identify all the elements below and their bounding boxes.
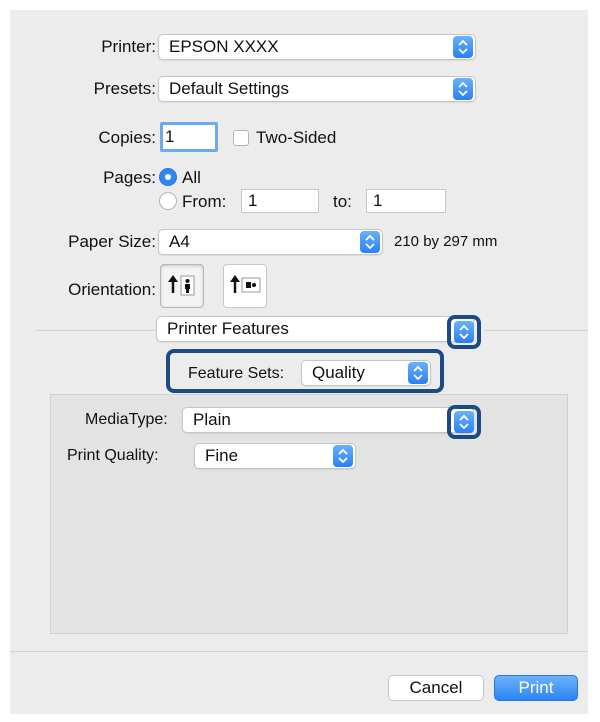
orientation-portrait-button[interactable] [160, 264, 204, 308]
landscape-icon [230, 275, 261, 293]
print-quality-label: Print Quality: [67, 447, 159, 464]
pages-all-label: All [182, 168, 201, 187]
separator-right [484, 330, 588, 331]
orientation-label: Orientation: [68, 280, 156, 299]
paper-size-dimensions: 210 by 297 mm [394, 233, 498, 250]
media-type-label: MediaType: [85, 411, 168, 428]
chevron-updown-icon [333, 445, 353, 467]
section-popup[interactable]: Printer Features [156, 316, 474, 342]
pages-to-field[interactable]: 1 [366, 189, 446, 213]
printer-popup[interactable]: EPSON XXXX [158, 34, 476, 60]
print-quality-popup[interactable]: Fine [194, 443, 356, 469]
chevron-updown-icon [453, 36, 473, 58]
media-type-value: Plain [193, 410, 231, 429]
pages-from-label: From: [182, 192, 227, 211]
two-sided-checkbox[interactable] [233, 130, 249, 146]
paper-size-value: A4 [169, 232, 190, 251]
media-type-popup[interactable]: Plain [182, 407, 474, 433]
print-button[interactable]: Print [494, 675, 578, 701]
feature-sets-label: Feature Sets: [188, 365, 285, 382]
cancel-button[interactable]: Cancel [388, 675, 484, 701]
printer-label: Printer: [101, 37, 156, 56]
footer-separator [10, 651, 588, 652]
print-dialog: Printer: EPSON XXXX Presets: Default Set… [10, 10, 588, 714]
presets-popup[interactable]: Default Settings [158, 76, 476, 102]
pages-to-label: to: [333, 192, 352, 211]
separator-left [35, 330, 155, 331]
presets-value: Default Settings [169, 79, 290, 98]
printer-value: EPSON XXXX [169, 37, 279, 56]
chevron-updown-icon [360, 231, 380, 253]
pages-from-field[interactable]: 1 [241, 189, 319, 213]
pages-all-radio[interactable] [159, 168, 177, 186]
chevron-updown-icon[interactable] [454, 411, 474, 433]
copies-label: Copies: [98, 128, 156, 147]
print-quality-value: Fine [205, 446, 239, 465]
pages-from-radio[interactable] [159, 192, 177, 210]
presets-label: Presets: [93, 79, 156, 98]
feature-sets-popup[interactable]: Quality [301, 360, 431, 386]
feature-sets-value: Quality [312, 363, 365, 382]
chevron-updown-icon [453, 78, 473, 100]
chevron-updown-icon[interactable] [454, 321, 474, 343]
section-popup-value: Printer Features [167, 319, 289, 338]
two-sided-label: Two-Sided [256, 128, 337, 147]
paper-size-label: Paper Size: [68, 232, 156, 251]
pages-label: Pages: [103, 168, 156, 187]
copies-field[interactable]: 1 [160, 122, 218, 152]
orientation-landscape-button[interactable] [223, 264, 267, 308]
paper-size-popup[interactable]: A4 [158, 229, 383, 255]
chevron-updown-icon [408, 362, 428, 384]
portrait-icon [168, 275, 195, 296]
